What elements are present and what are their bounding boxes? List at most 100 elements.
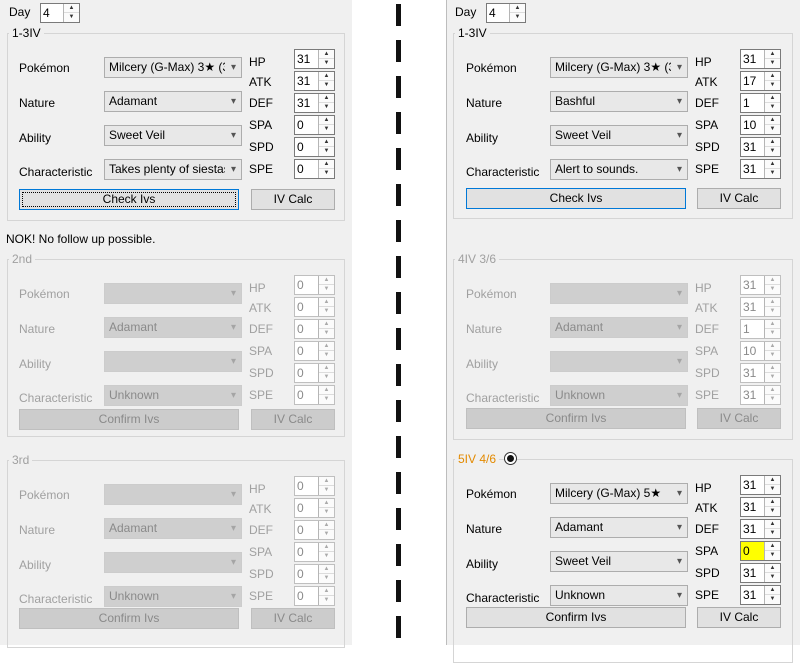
- spe-iv-input[interactable]: 31 ▲ ▼: [740, 585, 781, 605]
- spin-buttons[interactable]: ▲ ▼: [318, 298, 334, 316]
- chevron-down-icon[interactable]: ▾: [231, 352, 236, 371]
- arrow-down-icon[interactable]: ▼: [319, 285, 334, 294]
- def-iv-input[interactable]: 31 ▲ ▼: [294, 93, 335, 113]
- chevron-down-icon[interactable]: ▾: [677, 58, 682, 77]
- chevron-down-icon[interactable]: ▾: [677, 586, 682, 605]
- spin-buttons[interactable]: ▲ ▼: [318, 116, 334, 134]
- spa-iv-input[interactable]: 0 ▲ ▼: [294, 115, 335, 135]
- arrow-down-icon[interactable]: ▼: [319, 329, 334, 338]
- arrow-down-icon[interactable]: ▼: [765, 507, 780, 516]
- check-ivs-button[interactable]: Check Ivs: [19, 189, 239, 210]
- arrow-down-icon[interactable]: ▼: [765, 147, 780, 156]
- pokemon-select[interactable]: Milcery (G-Max) 3★ (3I ▾: [104, 57, 242, 78]
- iv-calc-button[interactable]: IV Calc: [697, 607, 781, 628]
- arrow-up-icon[interactable]: ▲: [319, 342, 334, 351]
- arrow-up-icon[interactable]: ▲: [765, 564, 780, 573]
- arrow-down-icon[interactable]: ▼: [765, 125, 780, 134]
- chevron-down-icon[interactable]: ▾: [677, 318, 682, 337]
- arrow-down-icon[interactable]: ▼: [319, 125, 334, 134]
- spin-buttons[interactable]: ▲ ▼: [764, 342, 780, 360]
- arrow-up-icon[interactable]: ▲: [319, 116, 334, 125]
- spin-buttons[interactable]: ▲ ▼: [764, 476, 780, 494]
- spin-buttons[interactable]: ▲ ▼: [764, 498, 780, 516]
- arrow-up-icon[interactable]: ▲: [765, 160, 780, 169]
- chevron-down-icon[interactable]: ▾: [231, 587, 236, 606]
- arrow-down-icon[interactable]: ▼: [64, 13, 79, 22]
- arrow-down-icon[interactable]: ▼: [765, 103, 780, 112]
- arrow-down-icon[interactable]: ▼: [765, 285, 780, 294]
- spin-buttons[interactable]: ▲ ▼: [318, 543, 334, 561]
- arrow-up-icon[interactable]: ▲: [765, 138, 780, 147]
- chevron-down-icon[interactable]: ▾: [231, 284, 236, 303]
- arrow-down-icon[interactable]: ▼: [319, 169, 334, 178]
- chevron-down-icon[interactable]: ▾: [231, 386, 236, 405]
- arrow-down-icon[interactable]: ▼: [319, 574, 334, 583]
- spin-buttons[interactable]: ▲ ▼: [764, 50, 780, 68]
- radio-button[interactable]: [504, 452, 517, 465]
- arrow-up-icon[interactable]: ▲: [319, 298, 334, 307]
- arrow-down-icon[interactable]: ▼: [319, 486, 334, 495]
- arrow-up-icon[interactable]: ▲: [319, 160, 334, 169]
- arrow-down-icon[interactable]: ▼: [765, 485, 780, 494]
- ability-select[interactable]: Sweet Veil ▾: [550, 551, 688, 572]
- arrow-down-icon[interactable]: ▼: [765, 351, 780, 360]
- arrow-down-icon[interactable]: ▼: [765, 329, 780, 338]
- day-stepper[interactable]: 4 ▲ ▼: [486, 3, 526, 23]
- arrow-up-icon[interactable]: ▲: [765, 476, 780, 485]
- iv-calc-button[interactable]: IV Calc: [697, 188, 781, 209]
- arrow-up-icon[interactable]: ▲: [765, 520, 780, 529]
- spin-buttons[interactable]: ▲ ▼: [318, 138, 334, 156]
- arrow-up-icon[interactable]: ▲: [765, 72, 780, 81]
- spin-buttons[interactable]: ▲ ▼: [509, 4, 525, 22]
- spa-iv-input[interactable]: 0 ▲ ▼: [740, 541, 781, 561]
- arrow-down-icon[interactable]: ▼: [319, 147, 334, 156]
- spin-buttons[interactable]: ▲ ▼: [764, 564, 780, 582]
- chevron-down-icon[interactable]: ▾: [231, 160, 236, 179]
- spe-iv-input[interactable]: 31 ▲ ▼: [740, 159, 781, 179]
- arrow-up-icon[interactable]: ▲: [319, 477, 334, 486]
- spin-buttons[interactable]: ▲ ▼: [318, 94, 334, 112]
- arrow-down-icon[interactable]: ▼: [765, 169, 780, 178]
- iv-calc-button[interactable]: IV Calc: [251, 189, 335, 210]
- spin-buttons[interactable]: ▲ ▼: [764, 160, 780, 178]
- chevron-down-icon[interactable]: ▾: [231, 553, 236, 572]
- spd-iv-input[interactable]: 0 ▲ ▼: [294, 137, 335, 157]
- arrow-up-icon[interactable]: ▲: [765, 342, 780, 351]
- arrow-up-icon[interactable]: ▲: [765, 116, 780, 125]
- arrow-up-icon[interactable]: ▲: [765, 498, 780, 507]
- def-iv-input[interactable]: 31 ▲ ▼: [740, 519, 781, 539]
- spin-buttons[interactable]: ▲ ▼: [318, 499, 334, 517]
- pokemon-select[interactable]: Milcery (G-Max) 5★ ▾: [550, 483, 688, 504]
- spin-buttons[interactable]: ▲ ▼: [318, 386, 334, 404]
- arrow-up-icon[interactable]: ▲: [765, 50, 780, 59]
- arrow-up-icon[interactable]: ▲: [319, 521, 334, 530]
- chevron-down-icon[interactable]: ▾: [677, 160, 682, 179]
- arrow-down-icon[interactable]: ▼: [319, 508, 334, 517]
- arrow-up-icon[interactable]: ▲: [319, 364, 334, 373]
- spin-buttons[interactable]: ▲ ▼: [318, 477, 334, 495]
- arrow-up-icon[interactable]: ▲: [765, 94, 780, 103]
- chevron-down-icon[interactable]: ▾: [677, 92, 682, 111]
- arrow-down-icon[interactable]: ▼: [765, 595, 780, 604]
- arrow-up-icon[interactable]: ▲: [510, 4, 525, 13]
- arrow-down-icon[interactable]: ▼: [765, 59, 780, 68]
- spin-buttons[interactable]: ▲ ▼: [764, 116, 780, 134]
- spin-buttons[interactable]: ▲ ▼: [764, 386, 780, 404]
- spin-buttons[interactable]: ▲ ▼: [318, 342, 334, 360]
- atk-iv-input[interactable]: 31 ▲ ▼: [294, 71, 335, 91]
- arrow-down-icon[interactable]: ▼: [319, 395, 334, 404]
- chevron-down-icon[interactable]: ▾: [677, 352, 682, 371]
- arrow-up-icon[interactable]: ▲: [765, 320, 780, 329]
- spin-buttons[interactable]: ▲ ▼: [318, 364, 334, 382]
- spin-buttons[interactable]: ▲ ▼: [318, 320, 334, 338]
- arrow-down-icon[interactable]: ▼: [510, 13, 525, 22]
- arrow-down-icon[interactable]: ▼: [765, 395, 780, 404]
- arrow-up-icon[interactable]: ▲: [765, 298, 780, 307]
- arrow-down-icon[interactable]: ▼: [319, 596, 334, 605]
- arrow-up-icon[interactable]: ▲: [765, 276, 780, 285]
- arrow-up-icon[interactable]: ▲: [765, 542, 780, 551]
- chevron-down-icon[interactable]: ▾: [677, 484, 682, 503]
- arrow-down-icon[interactable]: ▼: [319, 530, 334, 539]
- arrow-up-icon[interactable]: ▲: [319, 276, 334, 285]
- arrow-down-icon[interactable]: ▼: [765, 551, 780, 560]
